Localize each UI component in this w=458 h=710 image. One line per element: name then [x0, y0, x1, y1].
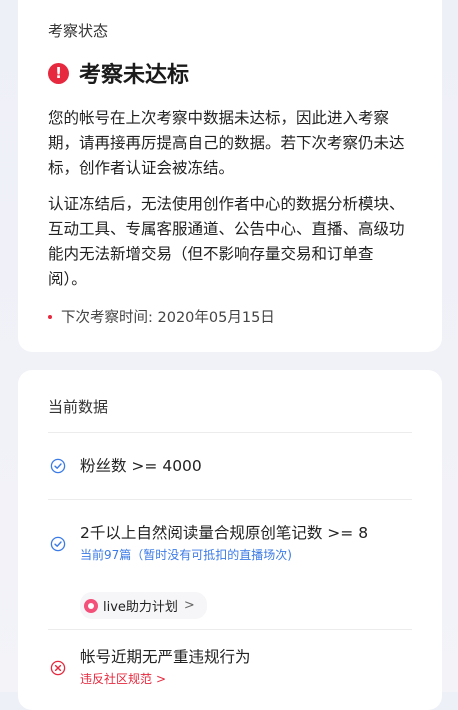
chevron-right-icon: >: [183, 598, 195, 613]
status-title: 考察未达标: [79, 63, 190, 88]
status-card: 考察状态 ! 考察未达标 您的帐号在上次考察中数据未达标，因此进入考察期，请再接…: [18, 0, 442, 352]
live-chip-label: live助力计划: [103, 600, 178, 615]
requirement-content: 2千以上自然阅读量合规原创笔记数 >= 8 当前97篇（暂时没有可抵扣的直播场次…: [80, 522, 412, 564]
check-circle-icon: [50, 536, 66, 552]
divider: [48, 432, 412, 433]
next-review-date: 下次考察时间: 2020年05月15日: [61, 310, 275, 326]
x-circle-icon: [50, 660, 66, 676]
requirement-subtext: 当前97篇（暂时没有可抵扣的直播场次): [80, 548, 292, 562]
live-chip-wrap: live助力计划 >: [80, 578, 412, 619]
live-icon: [84, 598, 98, 613]
violation-link[interactable]: 违反社区规范 >: [80, 670, 412, 688]
requirement-row-violations: 帐号近期无严重违规行为 违反社区规范 >: [48, 646, 412, 688]
current-data-card: 当前数据 粉丝数 >= 4000 2千以上自然阅读量合规原创笔记数 >= 8 当…: [18, 370, 442, 710]
status-title-row: ! 考察未达标: [48, 56, 412, 90]
freeze-description: 认证冻结后，无法使用创作者中心的数据分析模块、互动工具、专属客服通道、公告中心、…: [48, 195, 405, 288]
status-description: 您的帐号在上次考察中数据未达标，因此进入考察期，请再接再厉提高自己的数据。若下次…: [48, 109, 405, 177]
check-circle-icon: [50, 458, 66, 474]
exclamation-circle-icon: !: [48, 62, 69, 84]
live-boost-plan-button[interactable]: live助力计划 >: [80, 592, 207, 619]
chevron-right-icon: >: [156, 672, 167, 686]
violation-link-label[interactable]: 违反社区规范: [80, 672, 152, 686]
requirement-row-followers: 粉丝数 >= 4000: [48, 455, 412, 499]
next-review-row: 下次考察时间: 2020年05月15日: [48, 306, 412, 327]
requirement-content: 帐号近期无严重违规行为 违反社区规范 >: [80, 646, 412, 688]
divider: [48, 629, 412, 630]
requirement-content: 粉丝数 >= 4000: [80, 455, 412, 477]
requirement-text: 帐号近期无严重违规行为: [80, 648, 251, 666]
requirement-text: 粉丝数 >= 4000: [80, 457, 202, 475]
status-section-label: 考察状态: [48, 22, 109, 40]
divider: [48, 499, 412, 500]
current-data-section-label: 当前数据: [48, 398, 109, 416]
bullet-dot-icon: [48, 314, 52, 319]
requirement-text: 2千以上自然阅读量合规原创笔记数 >= 8: [80, 524, 369, 542]
